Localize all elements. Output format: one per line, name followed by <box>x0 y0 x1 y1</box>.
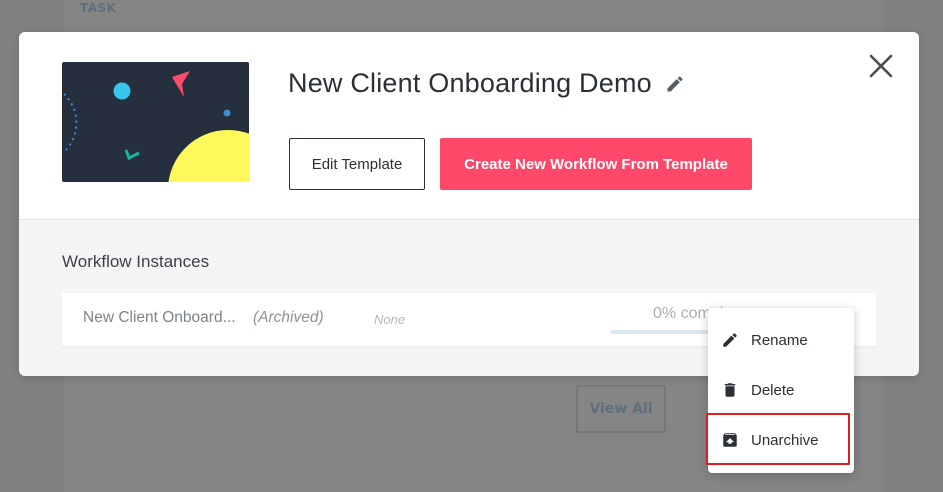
close-icon[interactable] <box>865 50 897 82</box>
unarchive-icon <box>721 431 739 449</box>
instance-status: (Archived) <box>253 309 324 326</box>
view-all-button: View All <box>576 385 666 433</box>
background-top-text: TASK <box>80 1 117 15</box>
instance-context-menu: Rename Delete Unarchive <box>708 308 854 473</box>
title-row: New Client Onboarding Demo <box>288 68 686 99</box>
modal-header: New Client Onboarding Demo Edit Template… <box>19 32 919 220</box>
menu-item-delete[interactable]: Delete <box>708 367 854 413</box>
create-workflow-button[interactable]: Create New Workflow From Template <box>440 138 752 190</box>
instance-name[interactable]: New Client Onboard... <box>83 309 236 327</box>
menu-item-unarchive[interactable]: Unarchive <box>708 417 854 463</box>
template-title: New Client Onboarding Demo <box>288 68 652 98</box>
menu-item-label: Rename <box>751 331 808 349</box>
trash-icon <box>721 381 739 399</box>
menu-item-label: Unarchive <box>751 431 819 449</box>
pencil-icon[interactable] <box>664 73 686 95</box>
pencil-icon <box>721 331 739 349</box>
edit-template-button[interactable]: Edit Template <box>289 138 425 190</box>
instance-assignee: None <box>374 312 406 327</box>
menu-item-label: Delete <box>751 381 795 399</box>
thumbnail-artwork <box>63 71 249 182</box>
menu-item-rename[interactable]: Rename <box>708 317 854 363</box>
template-thumbnail <box>62 62 249 182</box>
section-title: Workflow Instances <box>62 252 210 271</box>
